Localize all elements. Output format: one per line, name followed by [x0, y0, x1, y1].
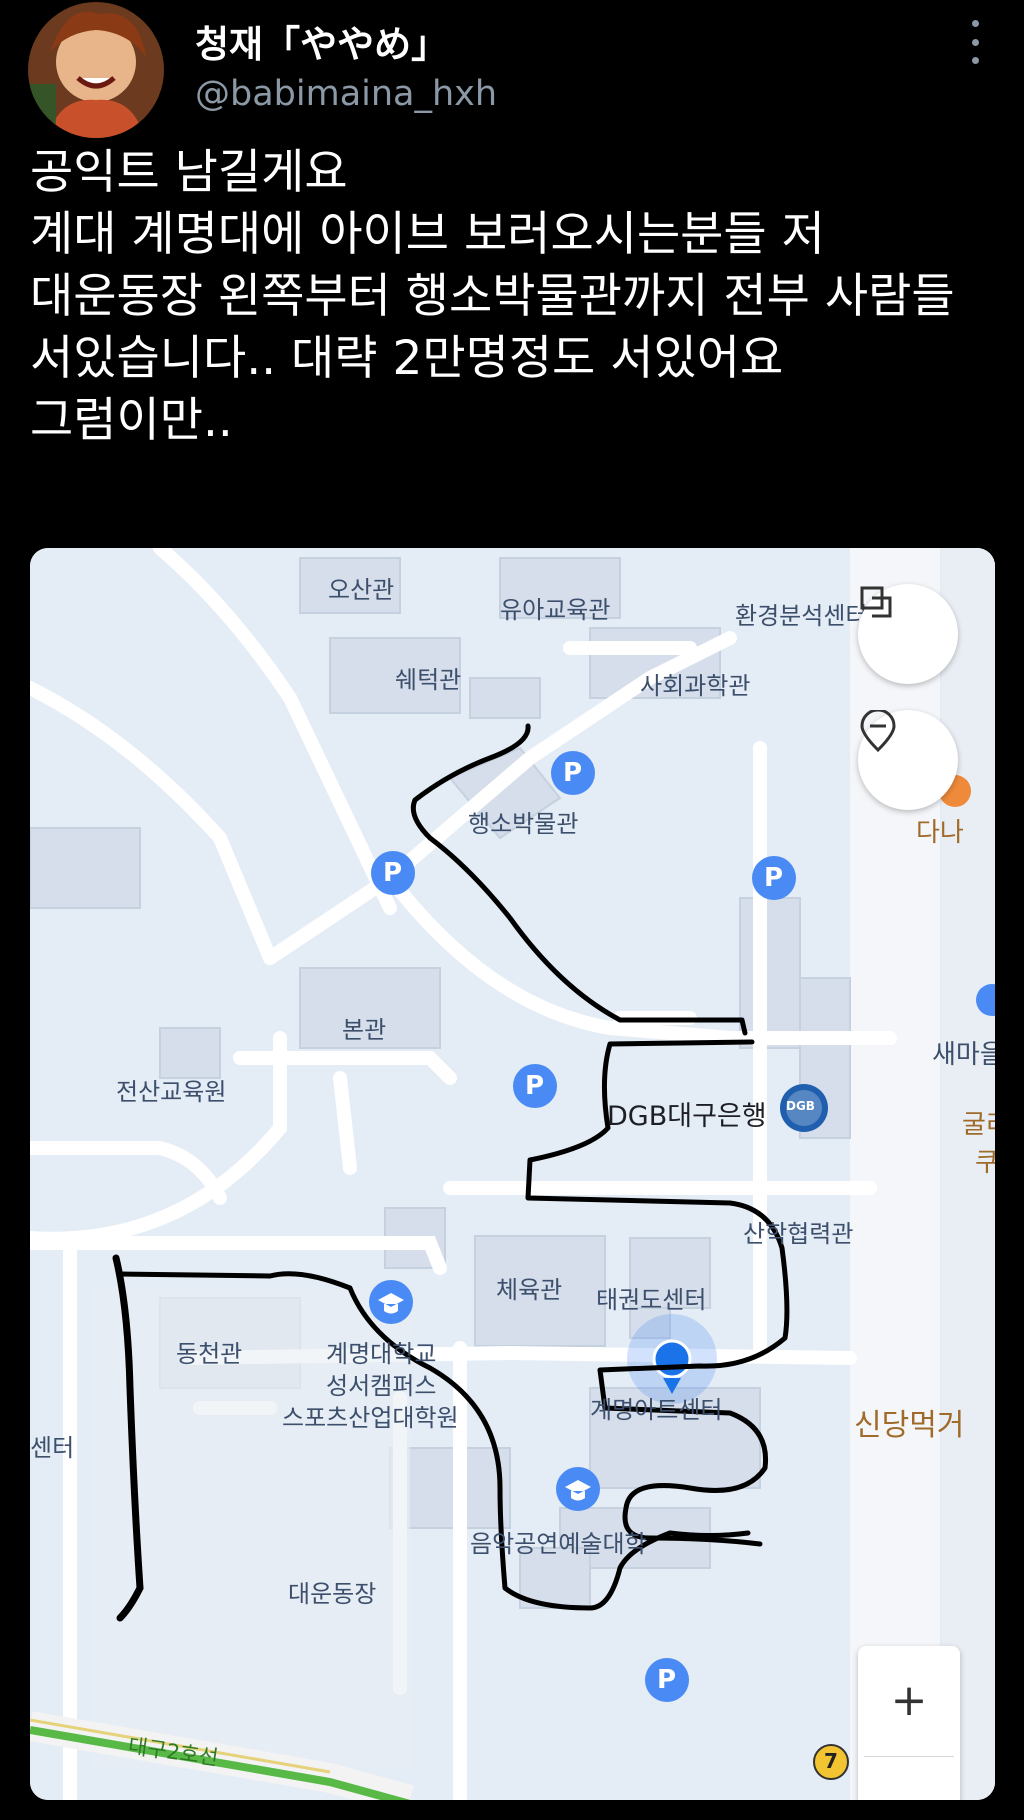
map-label-gul: 굴리 — [962, 1110, 995, 1140]
more-options-icon[interactable] — [960, 20, 990, 64]
map-label-bongwan: 본관 — [342, 1016, 387, 1044]
display-name[interactable]: 청재「ややめ」 — [195, 14, 448, 68]
map-label-sahoe: 사회과학관 — [640, 672, 751, 700]
map-label-jeonsan: 전산교육원 — [116, 1078, 227, 1106]
location-pin-icon — [860, 710, 896, 753]
tweet-line: 서있습니다.. 대략 2만명정도 서있어요 — [30, 331, 784, 386]
tweet-line: 계대 계명대에 아이브 보러오시는분들 저 — [30, 207, 825, 262]
map-label-music: 음악공연예술대학 — [470, 1530, 647, 1558]
map-label-taekwondo: 태권도센터 — [596, 1286, 707, 1314]
map-canvas — [30, 548, 995, 1800]
zoom-control: + − — [858, 1646, 960, 1800]
location-button[interactable] — [858, 710, 958, 810]
parking-icon: P — [525, 1071, 545, 1101]
dgb-logo-icon: DGB — [786, 1099, 815, 1113]
map-image[interactable]: 오산관 유아교육관 환경분석센터 쉐턱관 사회과학관 행소박물관 다나 본관 전… — [30, 548, 995, 1800]
zoom-divider — [864, 1756, 954, 1757]
map-label-stadium: 대운동장 — [288, 1580, 377, 1608]
tweet-text: 공익트 남길게요 계대 계명대에 아이브 보러오시는분들 저 대운동장 왼쪽부터… — [30, 142, 1005, 452]
map-label-senter: 센터 — [30, 1434, 75, 1462]
user-handle[interactable]: @babimaina_hxh — [195, 74, 497, 114]
route-badge: 7 — [824, 1749, 838, 1773]
map-label-saemaeul: 새마을 — [932, 1040, 995, 1070]
tweet-line: 대운동장 왼쪽부터 행소박물관까지 전부 사람들 — [30, 269, 955, 324]
map-label-univ-name: 계명대학교 — [326, 1340, 437, 1368]
map-label-hwangyeong: 환경분석센터 — [735, 602, 868, 630]
map-label-ku: 쿠 — [975, 1148, 995, 1178]
zoom-out-button[interactable]: − — [858, 1758, 960, 1801]
map-label-univ-campus: 성서캠퍼스 — [326, 1372, 437, 1400]
map-label-dgb: DGB대구은행 — [607, 1101, 767, 1132]
parking-icon: P — [657, 1665, 677, 1695]
layers-icon — [860, 586, 892, 618]
map-label-osan: 오산관 — [328, 576, 395, 604]
zoom-in-button[interactable]: + — [858, 1646, 960, 1754]
map-label-yua: 유아교육관 — [500, 596, 611, 624]
map-label-dana: 다나 — [916, 818, 964, 848]
map-label-sindang: 신당먹거 — [854, 1408, 965, 1443]
layers-button[interactable] — [858, 584, 958, 684]
parking-icon: P — [563, 758, 583, 788]
map-label-haengso: 행소박물관 — [468, 810, 579, 838]
map-label-dongcheon: 동천관 — [176, 1340, 243, 1368]
map-label-sanhak: 산학협력관 — [743, 1220, 854, 1248]
parking-icon: P — [764, 863, 784, 893]
avatar[interactable] — [28, 2, 164, 138]
tweet-line: 그럼이만.. — [30, 393, 233, 448]
tweet-line: 공익트 남길게요 — [30, 145, 348, 200]
map-label-univ-grad: 스포츠산업대학원 — [282, 1404, 459, 1432]
parking-icon: P — [383, 858, 403, 888]
map-label-art: 계명아트센터 — [590, 1396, 723, 1424]
map-label-sheter: 쉐턱관 — [395, 666, 462, 694]
map-label-cheyuk: 체육관 — [496, 1276, 563, 1304]
